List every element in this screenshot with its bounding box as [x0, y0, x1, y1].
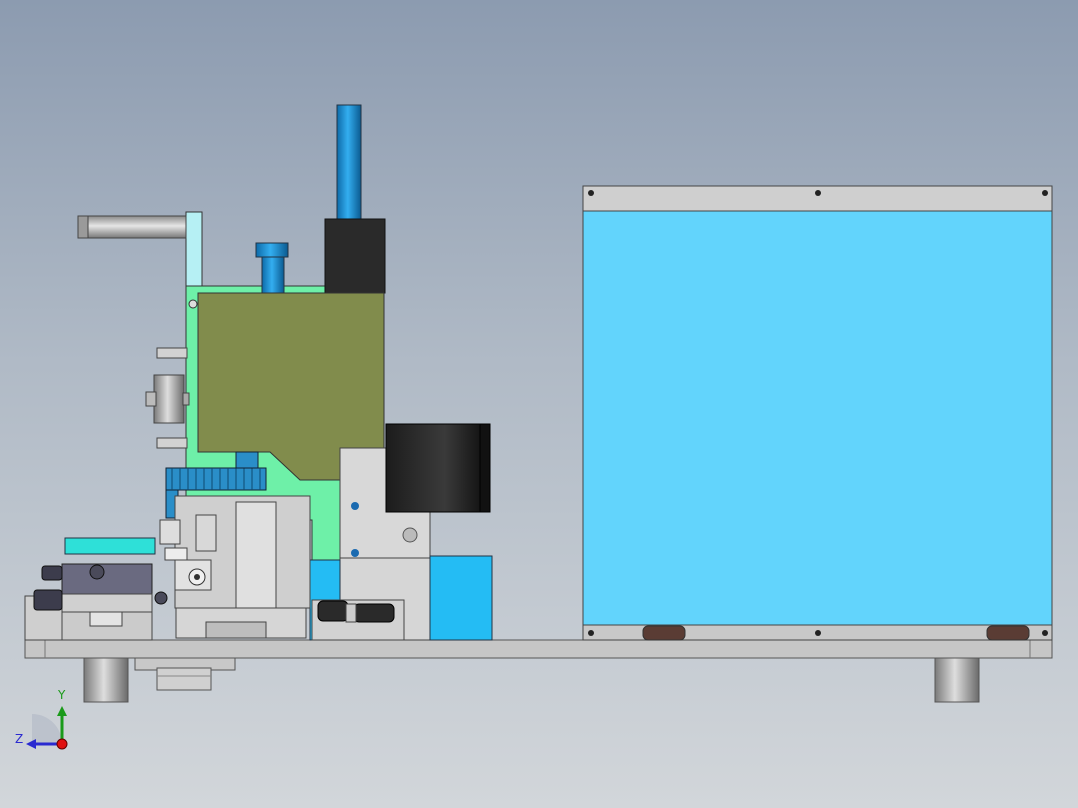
adjust-knob[interactable] — [145, 374, 190, 424]
xy-slide-stage[interactable] — [24, 537, 168, 641]
handle-bracket — [185, 211, 203, 287]
axis-triad-icon — [26, 706, 68, 750]
blue-spacer-block — [429, 555, 493, 641]
foot-right — [934, 657, 980, 703]
cabinet-panel — [582, 210, 1053, 626]
under-bracket — [134, 657, 236, 691]
cabinet-foot-right — [986, 625, 1030, 641]
axis-y-label: Y — [58, 688, 66, 702]
cad-viewport[interactable]: Y Z — [0, 0, 1078, 808]
control-cabinet[interactable] — [582, 185, 1053, 641]
top-cylinder-tall — [336, 104, 362, 220]
cylinder-cap-block — [324, 218, 386, 294]
machine-assembly-model[interactable] — [0, 0, 1078, 808]
feeder-assembly[interactable] — [159, 495, 311, 639]
cabinet-foot-left — [642, 625, 686, 641]
base-plate[interactable] — [24, 639, 1053, 659]
foot-left — [83, 657, 129, 703]
handle-rod[interactable] — [77, 215, 187, 239]
axis-z-label: Z — [15, 732, 24, 746]
